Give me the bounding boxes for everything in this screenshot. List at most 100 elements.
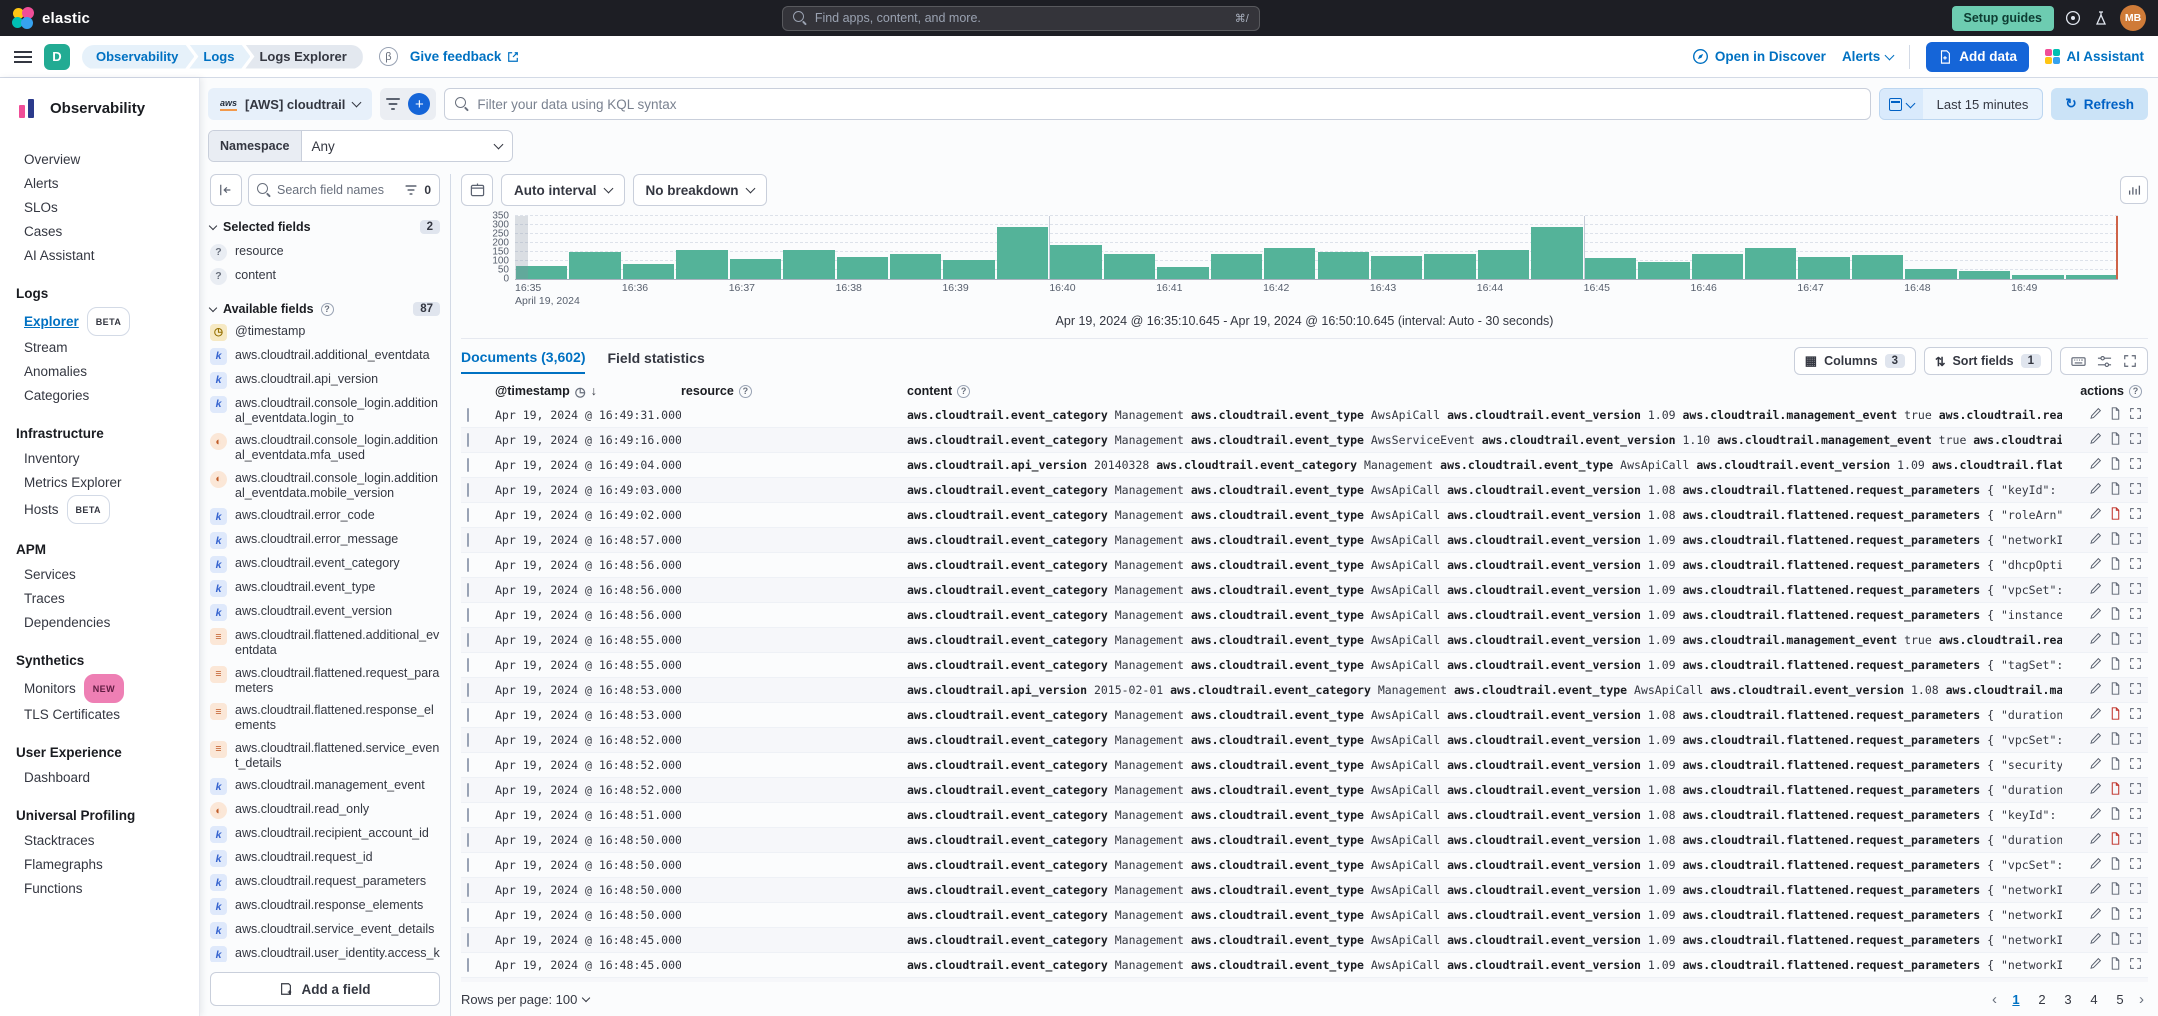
add-filter-button[interactable]: + [408, 93, 430, 115]
column-header-timestamp[interactable]: @timestamp ◷ ↓ [495, 384, 681, 399]
histogram-bar[interactable] [676, 250, 727, 279]
expand-row-icon[interactable] [2129, 607, 2142, 623]
field-item[interactable]: ◐aws.cloudtrail.read_only [210, 799, 440, 823]
histogram-bar[interactable] [1692, 254, 1743, 279]
degraded-document-icon[interactable] [2109, 707, 2122, 723]
edit-icon[interactable] [2089, 932, 2102, 948]
expand-row-icon[interactable] [2129, 507, 2142, 523]
sidebar-item-hosts[interactable]: HostsBETA [24, 495, 183, 524]
refresh-button[interactable]: ↻ Refresh [2051, 88, 2148, 120]
document-icon[interactable] [2109, 682, 2122, 698]
histogram-bar[interactable] [1104, 254, 1155, 279]
collapse-fields-panel-button[interactable] [210, 174, 242, 206]
histogram-bar[interactable] [1318, 252, 1369, 279]
page-number[interactable]: 3 [2057, 988, 2079, 1010]
expand-row-icon[interactable] [2129, 532, 2142, 548]
column-header-resource[interactable]: resource? [681, 384, 907, 398]
sidebar-item-functions[interactable]: Functions [24, 877, 183, 901]
histogram-bar[interactable] [2012, 275, 2063, 279]
sidebar-item-dashboard[interactable]: Dashboard [24, 766, 183, 790]
edit-icon[interactable] [2089, 707, 2102, 723]
histogram-bar[interactable] [1638, 262, 1689, 279]
expand-row-icon[interactable] [2129, 432, 2142, 448]
help-icon[interactable] [2064, 9, 2082, 27]
row-checkbox[interactable] [467, 658, 469, 672]
expand-row-icon[interactable] [2129, 732, 2142, 748]
alerts-menu[interactable]: Alerts [1842, 49, 1893, 64]
field-item[interactable]: ≡aws.cloudtrail.flattened.response_eleme… [210, 700, 440, 738]
kql-search-bar[interactable] [444, 88, 1870, 120]
guided-tour-icon[interactable] [2092, 9, 2110, 27]
degraded-document-icon[interactable] [2109, 782, 2122, 798]
document-icon[interactable] [2109, 657, 2122, 673]
sidebar-item-tls-certificates[interactable]: TLS Certificates [24, 703, 183, 727]
expand-row-icon[interactable] [2129, 707, 2142, 723]
edit-icon[interactable] [2089, 957, 2102, 973]
expand-row-icon[interactable] [2129, 782, 2142, 798]
field-item[interactable]: kaws.cloudtrail.request_parameters [210, 871, 440, 895]
document-icon[interactable] [2109, 532, 2122, 548]
document-icon[interactable] [2109, 607, 2122, 623]
sidebar-item-anomalies[interactable]: Anomalies [24, 360, 183, 384]
sort-fields-button[interactable]: ⇅ Sort fields 1 [1924, 347, 2052, 375]
edit-icon[interactable] [2089, 582, 2102, 598]
document-icon[interactable] [2109, 482, 2122, 498]
sidebar-item-metrics-explorer[interactable]: Metrics Explorer [24, 471, 183, 495]
row-checkbox[interactable] [467, 408, 469, 422]
field-item[interactable]: kaws.cloudtrail.event_version [210, 601, 440, 625]
histogram-bar[interactable] [783, 250, 834, 279]
edit-icon[interactable] [2089, 407, 2102, 423]
give-feedback-link[interactable]: Give feedback [410, 49, 520, 64]
histogram-bar[interactable] [1905, 269, 1956, 279]
edit-icon[interactable] [2089, 532, 2102, 548]
row-checkbox[interactable] [467, 933, 469, 947]
time-range-label[interactable]: Last 15 minutes [1923, 97, 2043, 112]
field-item[interactable]: kaws.cloudtrail.recipient_account_id [210, 823, 440, 847]
edit-icon[interactable] [2089, 682, 2102, 698]
histogram-bar[interactable] [890, 254, 941, 279]
expand-row-icon[interactable] [2129, 882, 2142, 898]
page-number[interactable]: 1 [2005, 988, 2027, 1010]
histogram-bar[interactable] [837, 257, 888, 280]
histogram-bar[interactable] [1157, 267, 1208, 279]
available-fields-header[interactable]: Available fields ? 87 [210, 302, 440, 316]
interval-select[interactable]: Auto interval [501, 174, 625, 206]
edit-icon[interactable] [2089, 832, 2102, 848]
row-checkbox[interactable] [467, 858, 469, 872]
histogram-bar[interactable] [1478, 250, 1529, 279]
row-checkbox[interactable] [467, 908, 469, 922]
ai-assistant-button[interactable]: AI Assistant [2045, 49, 2144, 65]
sidebar-item-slos[interactable]: SLOs [24, 196, 183, 220]
columns-button[interactable]: ▦ Columns 3 [1794, 347, 1916, 375]
row-checkbox[interactable] [467, 533, 469, 547]
document-icon[interactable] [2109, 907, 2122, 923]
field-item[interactable]: ◐aws.cloudtrail.console_login.additional… [210, 430, 440, 468]
field-item[interactable]: kaws.cloudtrail.error_code [210, 505, 440, 529]
field-item[interactable]: kaws.cloudtrail.console_login.additional… [210, 392, 440, 430]
document-icon[interactable] [2109, 857, 2122, 873]
histogram-bar[interactable] [569, 252, 620, 279]
fullscreen-icon[interactable] [2117, 354, 2143, 368]
histogram-bar[interactable] [1798, 257, 1849, 279]
expand-row-icon[interactable] [2129, 957, 2142, 973]
open-in-discover-link[interactable]: Open in Discover [1692, 48, 1826, 65]
edit-icon[interactable] [2089, 507, 2102, 523]
edit-icon[interactable] [2089, 607, 2102, 623]
histogram-bar[interactable] [1745, 248, 1796, 279]
global-search-input[interactable]: Find apps, content, and more. ⌘/ [782, 6, 1260, 31]
menu-toggle-icon[interactable] [14, 51, 32, 63]
edit-visualization-button[interactable] [461, 174, 493, 206]
expand-row-icon[interactable] [2129, 482, 2142, 498]
sidebar-item-inventory[interactable]: Inventory [24, 447, 183, 471]
field-item[interactable]: kaws.cloudtrail.management_event [210, 775, 440, 799]
row-checkbox[interactable] [467, 758, 469, 772]
expand-row-icon[interactable] [2129, 457, 2142, 473]
page-number[interactable]: 4 [2083, 988, 2105, 1010]
field-item[interactable]: ≡aws.cloudtrail.flattened.request_parame… [210, 662, 440, 700]
row-checkbox[interactable] [467, 483, 469, 497]
breadcrumb-item[interactable]: Observability [82, 45, 194, 69]
sidebar-item-stream[interactable]: Stream [24, 336, 183, 360]
row-checkbox[interactable] [467, 583, 469, 597]
row-checkbox[interactable] [467, 683, 469, 697]
breadcrumb-item[interactable]: Logs Explorer [245, 45, 362, 69]
